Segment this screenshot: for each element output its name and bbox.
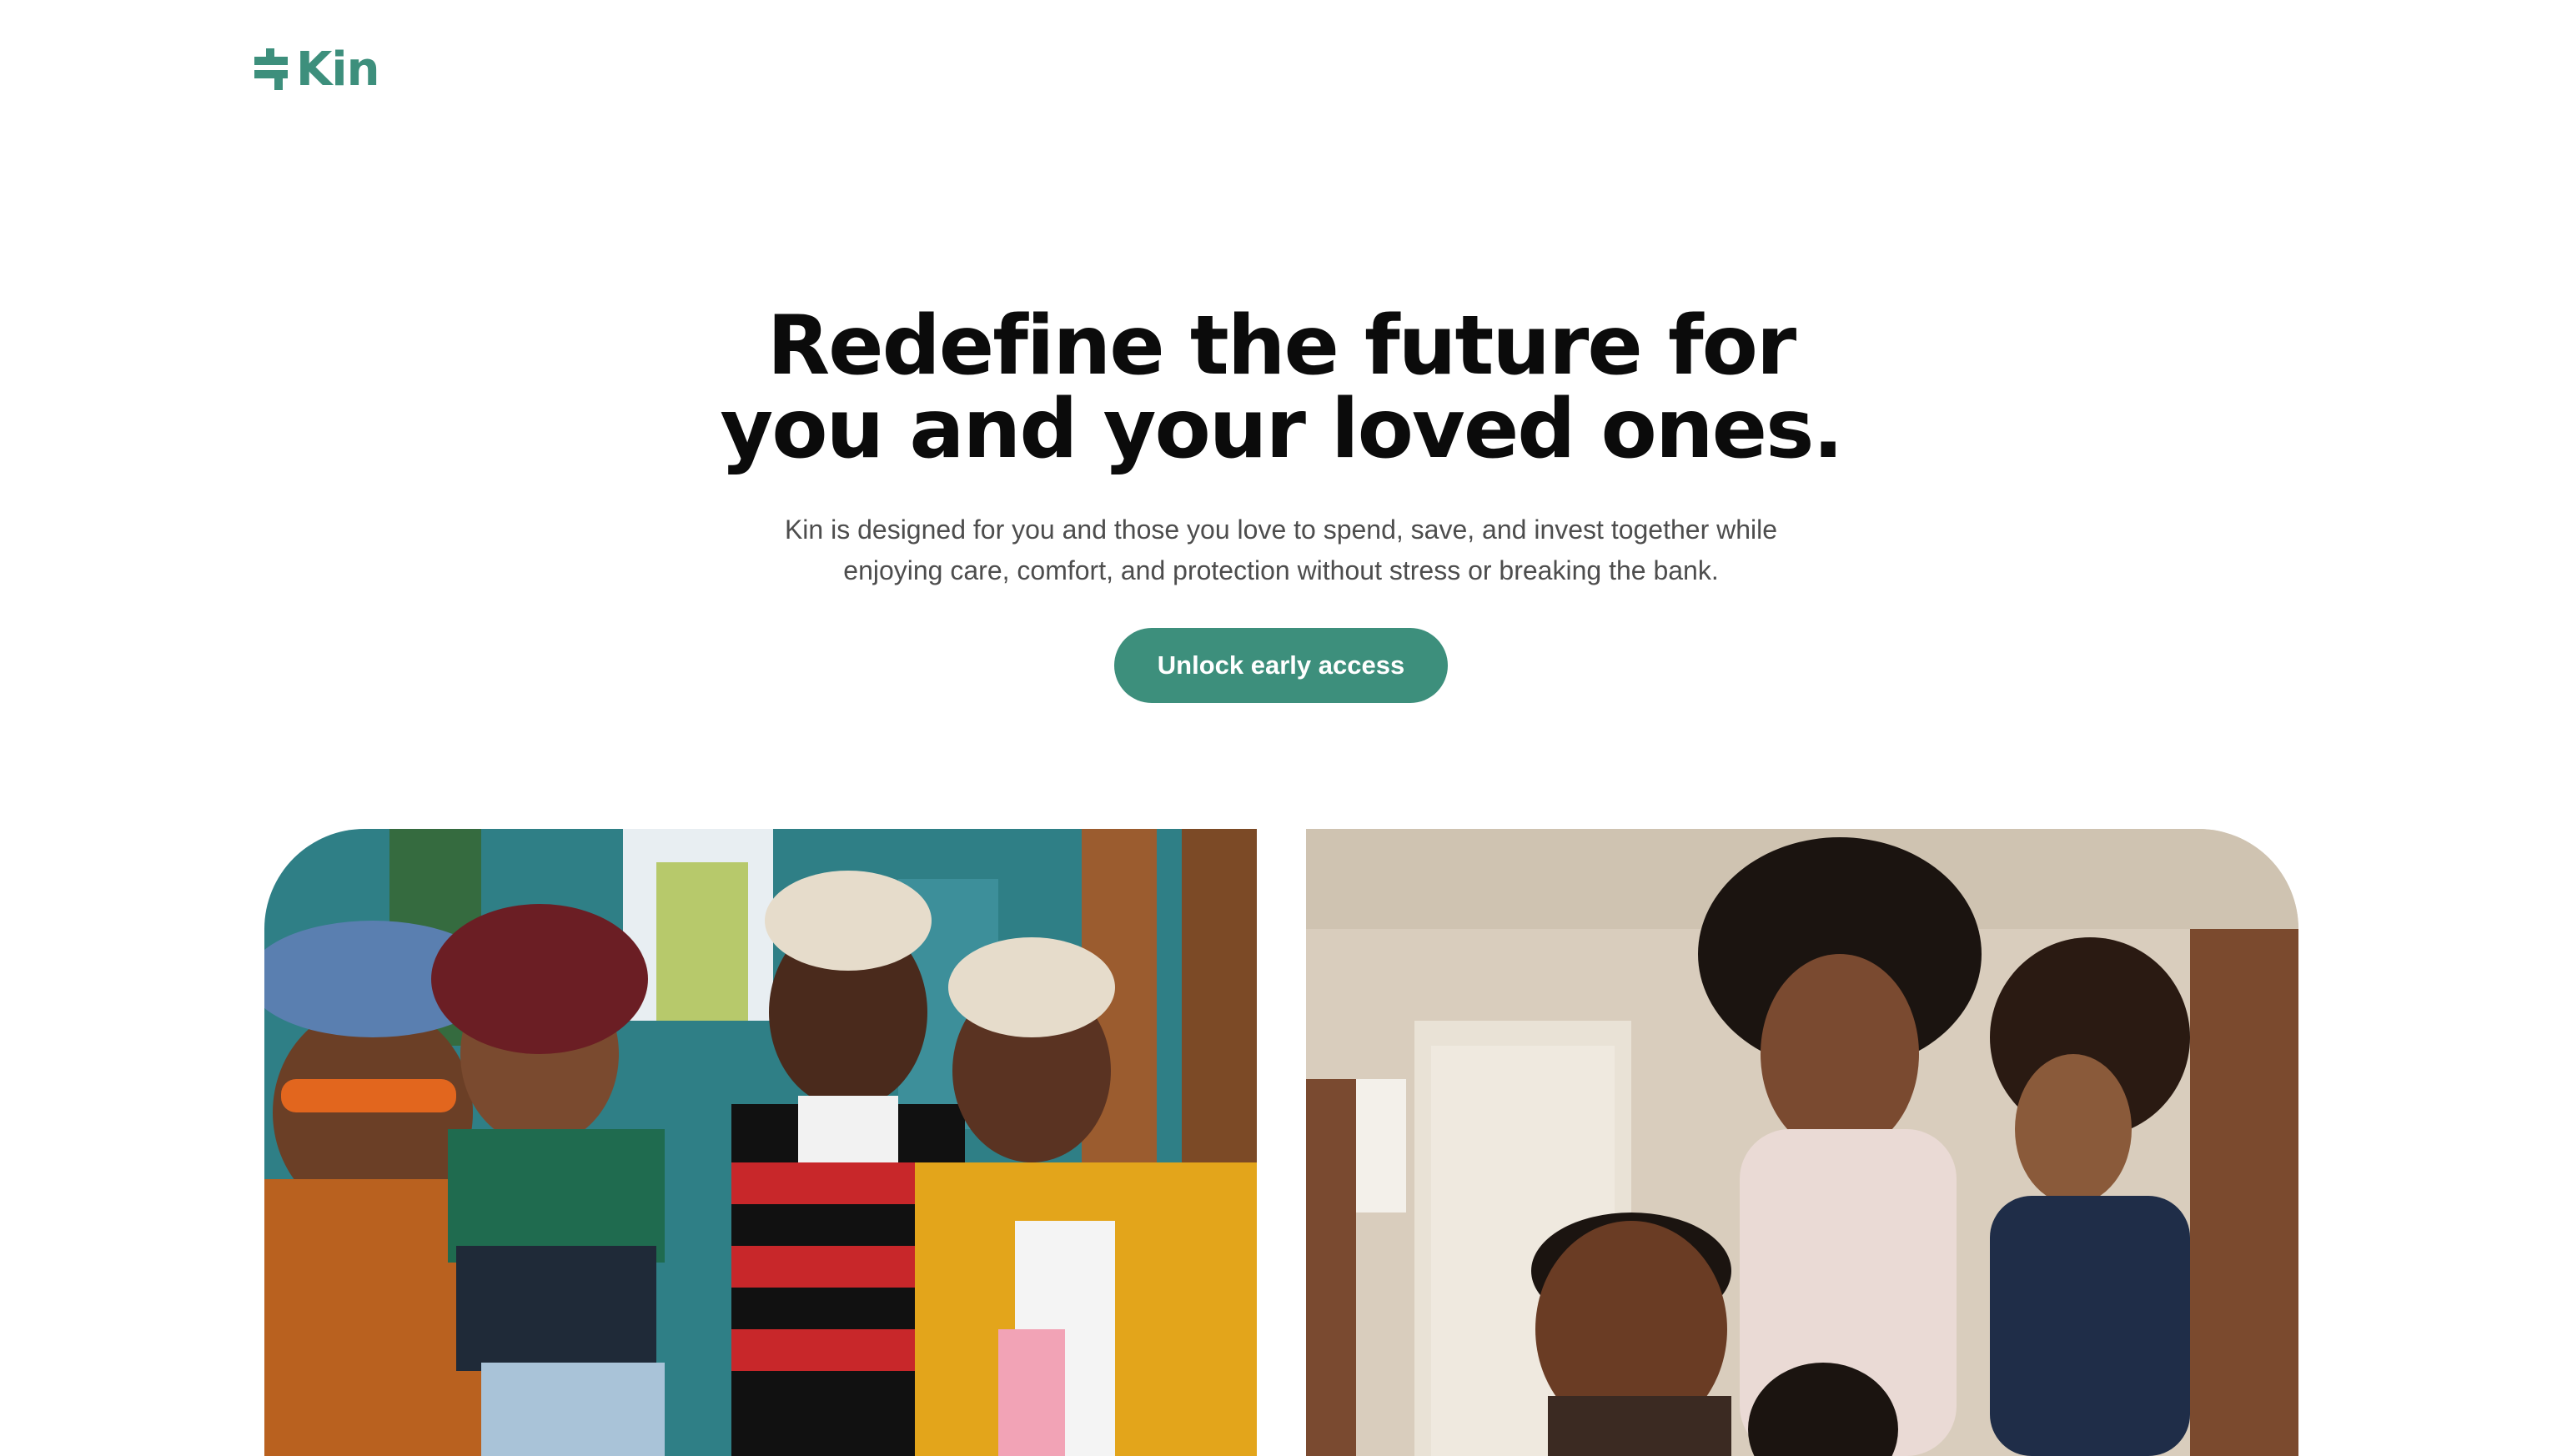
brand-name: Kin <box>296 43 379 97</box>
landing-page: Kin Redefine the future for you and your… <box>0 0 2562 1456</box>
friends-group-illustration <box>264 829 1257 1456</box>
family-selfie-illustration <box>1306 829 2298 1456</box>
friends-group-photo <box>264 829 1257 1456</box>
hero-headline: Redefine the future for you and your lov… <box>720 299 1843 477</box>
hero-section: Redefine the future for you and your lov… <box>0 304 2562 703</box>
kin-cross-mark-icon <box>254 48 288 90</box>
hero-subtitle: Kin is designed for you and those you lo… <box>784 515 1778 585</box>
kin-logo-link[interactable]: Kin <box>254 47 379 93</box>
unlock-early-access-button[interactable]: Unlock early access <box>1114 628 1448 703</box>
family-selfie-photo <box>1306 829 2298 1456</box>
